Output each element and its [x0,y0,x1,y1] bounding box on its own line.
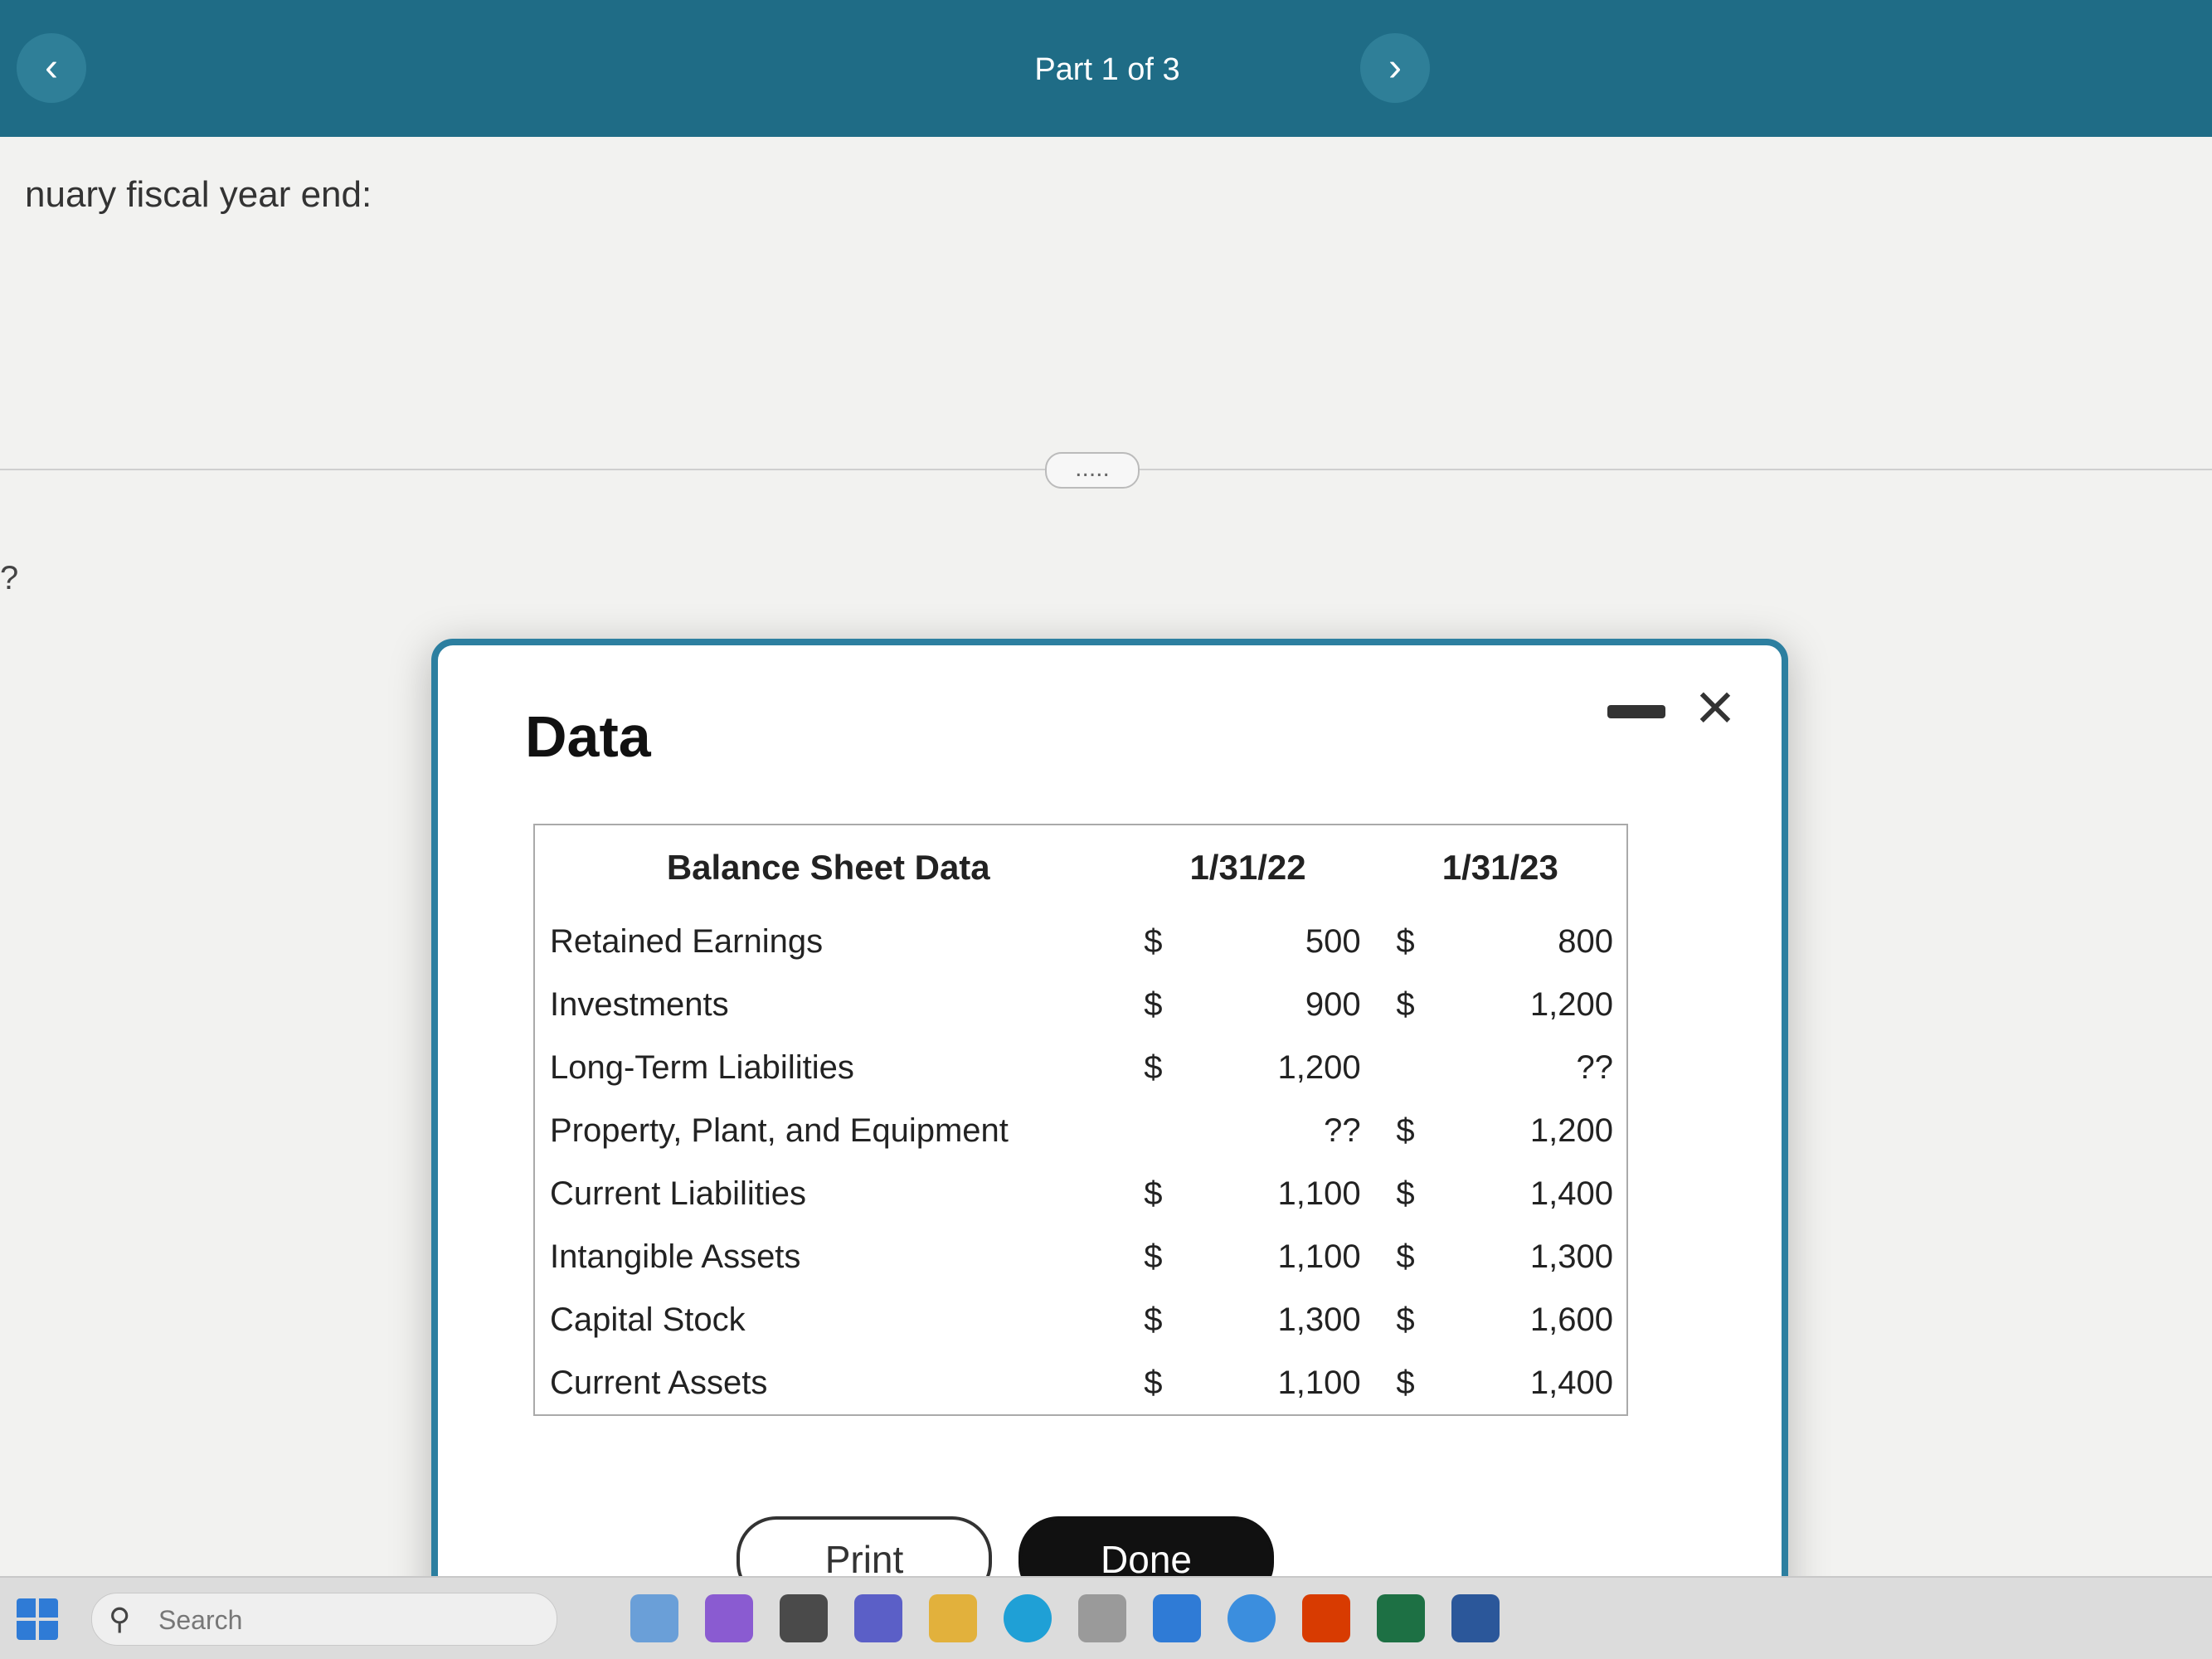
row-label: Intangible Assets [550,1238,801,1275]
value-2022: 1,100 [1277,1364,1361,1401]
table-row: Long-Term Liabilities $1,200?? [534,1036,1627,1099]
row-label: Property, Plant, and Equipment [550,1112,1009,1149]
value-2022: 1,100 [1277,1238,1361,1275]
row-label: Long-Term Liabilities [550,1048,854,1086]
next-question-button[interactable]: › [1360,33,1430,103]
row-label: Current Liabilities [550,1175,807,1212]
currency-symbol: $ [1144,1364,1163,1401]
currency-symbol: $ [1144,1048,1163,1086]
question-mark-text: ? [0,560,19,596]
currency-symbol: $ [1144,1238,1163,1275]
minimize-icon[interactable] [1607,705,1665,718]
help-icon[interactable] [1228,1594,1276,1642]
row-label: Capital Stock [550,1301,746,1338]
copilot-icon[interactable] [705,1594,753,1642]
currency-symbol [1374,1036,1437,1099]
mail-icon[interactable] [1153,1594,1201,1642]
expand-more-button[interactable]: ..... [1045,452,1140,489]
store-icon[interactable] [1078,1594,1126,1642]
search-icon: ⚲ [109,1602,131,1636]
currency-symbol: $ [1396,922,1415,960]
header-bar: ‹ Part 1 of 3 › [0,0,2212,137]
value-2022: 900 [1305,985,1361,1023]
currency-symbol: $ [1396,1301,1415,1338]
currency-symbol: $ [1396,1364,1415,1401]
question-text: nuary fiscal year end: [25,174,372,215]
part-indicator: Part 1 of 3 [1034,52,1180,87]
taskbar: ⚲ Search [0,1576,2212,1659]
value-2022: 1,300 [1277,1301,1361,1338]
value-2023: 1,600 [1529,1301,1613,1338]
edge-browser-icon[interactable] [1004,1594,1052,1642]
value-2023: ?? [1576,1048,1614,1086]
screen: ‹ Part 1 of 3 › nuary fiscal year end: .… [0,0,2212,1659]
value-2022: ?? [1324,1112,1361,1149]
widgets-icon[interactable] [630,1594,678,1642]
row-label: Investments [550,985,729,1023]
dialog-title: Data [525,704,651,769]
currency-symbol: $ [1144,922,1163,960]
value-2023: 1,300 [1529,1238,1613,1275]
value-2022: 1,200 [1277,1048,1361,1086]
value-2023: 1,200 [1529,985,1613,1023]
table-row: Capital Stock $1,300 $1,600 [534,1288,1627,1351]
table-header-row: Balance Sheet Data 1/31/22 1/31/23 [534,825,1627,910]
previous-question-button[interactable]: ‹ [17,33,86,103]
teams-icon[interactable] [854,1594,902,1642]
value-2022: 500 [1305,922,1361,960]
row-label: Retained Earnings [550,922,824,960]
table-row: Current Liabilities $1,100 $1,400 [534,1162,1627,1225]
table-row: Intangible Assets $1,100 $1,300 [534,1225,1627,1288]
column-header: 1/31/22 [1189,848,1306,887]
value-2022: 1,100 [1277,1175,1361,1212]
row-label: Current Assets [550,1364,768,1401]
table-row: Retained Earnings $500 $800 [534,910,1627,973]
file-explorer-icon[interactable] [929,1594,977,1642]
close-icon[interactable]: × [1686,670,1744,745]
table-row: Property, Plant, and Equipment?? $1,200 [534,1099,1627,1162]
search-placeholder: Search [158,1605,243,1635]
balance-sheet-table: Balance Sheet Data 1/31/22 1/31/23 Retai… [533,824,1628,1416]
column-header: 1/31/23 [1441,848,1558,887]
value-2023: 1,400 [1529,1175,1613,1212]
currency-symbol: $ [1396,1238,1415,1275]
taskbar-search-input[interactable]: ⚲ Search [91,1593,557,1646]
currency-symbol: $ [1396,985,1415,1023]
table-row: Investments $900 $1,200 [534,973,1627,1036]
value-2023: 1,400 [1529,1364,1613,1401]
task-view-icon[interactable] [780,1594,828,1642]
word-icon[interactable] [1451,1594,1500,1642]
table-row: Current Assets $1,100 $1,400 [534,1351,1627,1415]
value-2023: 800 [1558,922,1613,960]
excel-icon[interactable] [1377,1594,1425,1642]
data-dialog: Data × Balance Sheet Data 1/31/22 1/31/2… [431,639,1788,1659]
windows-start-icon[interactable] [17,1598,58,1640]
currency-symbol [1121,1099,1184,1162]
currency-symbol: $ [1144,1175,1163,1212]
office-icon[interactable] [1302,1594,1350,1642]
currency-symbol: $ [1396,1112,1415,1149]
currency-symbol: $ [1396,1175,1415,1212]
column-header: Balance Sheet Data [666,848,990,887]
currency-symbol: $ [1144,1301,1163,1338]
currency-symbol: $ [1144,985,1163,1023]
value-2023: 1,200 [1529,1112,1613,1149]
